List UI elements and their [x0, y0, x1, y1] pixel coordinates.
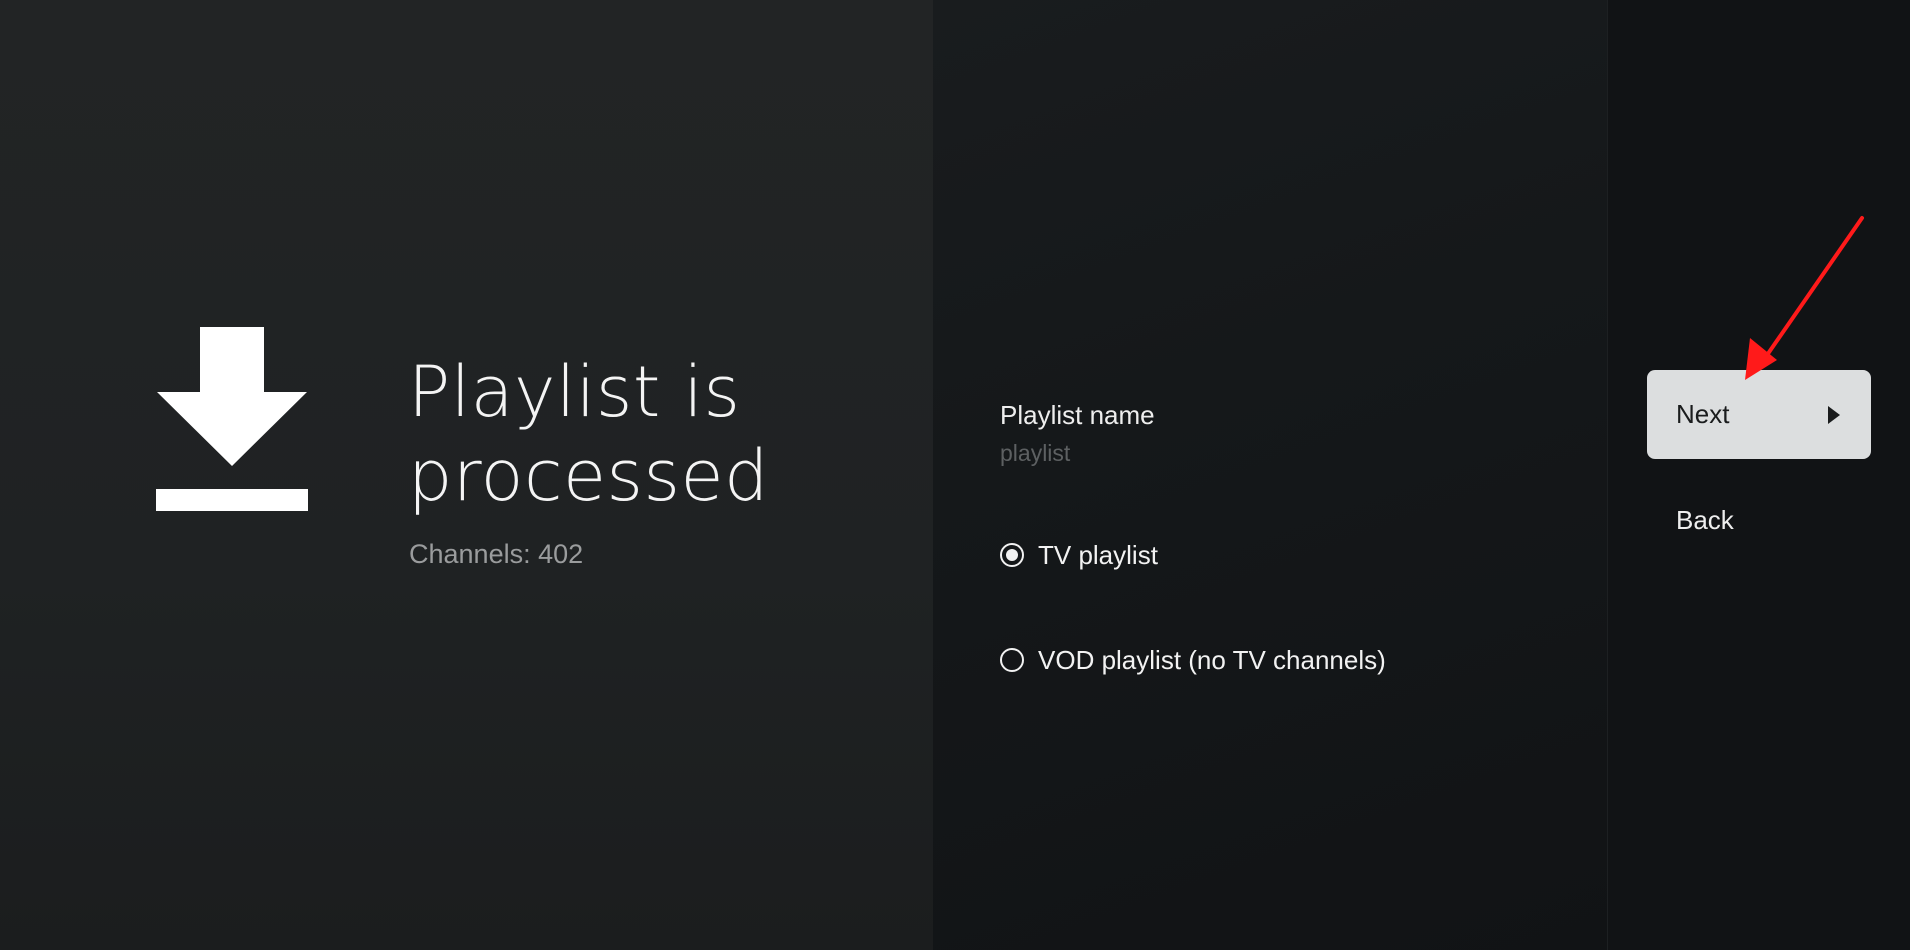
- play-arrow-icon: [1828, 405, 1840, 424]
- back-button[interactable]: Back: [1676, 500, 1816, 540]
- playlist-setup-screen: Playlist is processed Channels: 402 Play…: [0, 0, 1910, 950]
- download-icon: [156, 327, 308, 511]
- radio-label: TV playlist: [1038, 540, 1158, 570]
- actions-panel: [1607, 0, 1910, 950]
- next-button[interactable]: Next: [1647, 370, 1871, 459]
- status-panel: Playlist is processed Channels: 402: [0, 0, 933, 950]
- radio-option-vod-playlist[interactable]: VOD playlist (no TV channels): [1000, 640, 1386, 680]
- playlist-name-value[interactable]: playlist: [1000, 438, 1070, 468]
- radio-checked-icon: [1000, 543, 1024, 567]
- radio-unchecked-icon: [1000, 648, 1024, 672]
- radio-label: VOD playlist (no TV channels): [1038, 645, 1386, 675]
- playlist-name-label: Playlist name: [1000, 400, 1155, 430]
- radio-dot: [1006, 549, 1018, 561]
- form-panel: [933, 0, 1607, 950]
- radio-option-tv-playlist[interactable]: TV playlist: [1000, 535, 1158, 575]
- channel-count: Channels: 402: [409, 539, 584, 569]
- next-button-label: Next: [1676, 399, 1730, 429]
- page-title: Playlist is processed: [408, 351, 769, 517]
